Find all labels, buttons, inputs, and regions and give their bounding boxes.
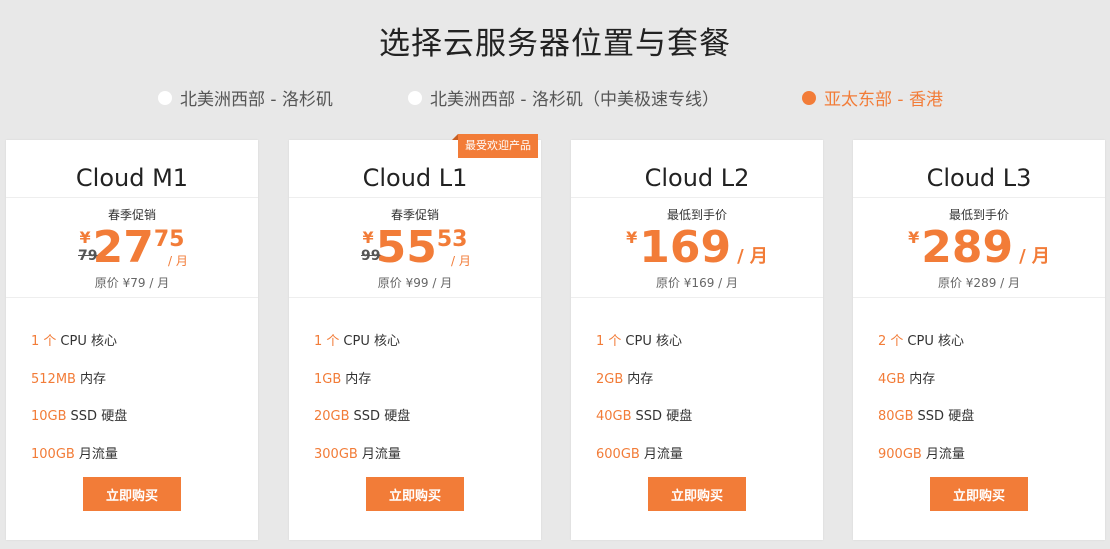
feature-disk: 20GB SSD 硬盘	[314, 409, 411, 424]
price-unit: / 月	[168, 254, 188, 268]
plan-card-cloud-l3: Cloud L3 最低到手价 ¥289/ 月 原价 ¥289 / 月 2 个 CP…	[853, 140, 1105, 540]
divider	[571, 297, 823, 298]
buy-button[interactable]: 立即购买	[930, 477, 1028, 511]
feature-disk: 80GB SSD 硬盘	[878, 409, 975, 424]
price-integer: 169	[639, 222, 732, 273]
plan-name: Cloud M1	[75, 164, 189, 192]
region-label: 北美洲西部 - 洛杉矶	[180, 90, 333, 110]
price-integer: 289	[921, 222, 1014, 273]
buy-button[interactable]: 立即购买	[83, 477, 181, 511]
feature-cpu: 1 个 CPU 核心	[596, 334, 682, 349]
feature-cpu: 2 个 CPU 核心	[878, 334, 964, 349]
plan-name: Cloud L2	[644, 164, 750, 192]
feature-memory: 1GB 内存	[314, 372, 372, 387]
original-price: 原价 ¥79 / 月	[94, 276, 170, 290]
divider	[289, 197, 541, 198]
radio-dot-icon	[158, 90, 172, 105]
price-decimal: 53	[436, 227, 468, 252]
feature-disk: 40GB SSD 硬盘	[596, 409, 693, 424]
promo-label: 最低到手价	[666, 208, 727, 222]
price-unit: / 月	[1019, 246, 1050, 267]
original-price: 原价 ¥169 / 月	[655, 276, 739, 290]
popular-badge: 最受欢迎产品	[458, 134, 538, 158]
feature-traffic: 300GB 月流量	[314, 447, 401, 462]
divider	[289, 297, 541, 298]
feature-cpu: 1 个 CPU 核心	[31, 334, 117, 349]
radio-dot-selected-icon	[802, 90, 816, 105]
region-option-la-cn2[interactable]: 北美洲西部 - 洛杉矶（中美极速专线）	[408, 85, 719, 110]
price: ¥169/ 月	[571, 224, 823, 272]
feature-memory: 4GB 内存	[878, 372, 936, 387]
price: ¥2775	[6, 224, 258, 272]
plan-card-cloud-m1: Cloud M1 春季促销 ¥2775 79 / 月 原价 ¥79 / 月 1 …	[6, 140, 258, 540]
currency-symbol: ¥	[79, 228, 91, 247]
region-label: 亚太东部 - 香港	[824, 90, 943, 110]
price-unit: / 月	[737, 246, 768, 267]
feature-cpu: 1 个 CPU 核心	[314, 334, 400, 349]
currency-symbol: ¥	[362, 228, 374, 247]
region-option-la[interactable]: 北美洲西部 - 洛杉矶	[158, 85, 333, 110]
divider	[6, 197, 258, 198]
price-integer: 55	[375, 222, 437, 273]
currency-symbol: ¥	[908, 228, 920, 247]
buy-button[interactable]: 立即购买	[648, 477, 746, 511]
price-unit: / 月	[451, 254, 471, 268]
price: ¥5553	[289, 224, 541, 272]
feature-memory: 512MB 内存	[31, 372, 106, 387]
price: ¥289/ 月	[853, 224, 1105, 272]
divider	[853, 197, 1105, 198]
page-title: 选择云服务器位置与套餐	[379, 26, 731, 62]
plan-card-cloud-l1: 最受欢迎产品 Cloud L1 春季促销 ¥5553 99 / 月 原价 ¥99…	[289, 134, 541, 540]
feature-traffic: 900GB 月流量	[878, 447, 965, 462]
old-price: 79	[78, 248, 98, 264]
promo-label: 春季促销	[107, 208, 156, 222]
plan-name: Cloud L1	[362, 164, 468, 192]
promo-label: 春季促销	[390, 208, 439, 222]
feature-traffic: 100GB 月流量	[31, 447, 118, 462]
radio-dot-icon	[408, 90, 422, 105]
feature-memory: 2GB 内存	[596, 372, 654, 387]
divider	[571, 197, 823, 198]
region-label: 北美洲西部 - 洛杉矶（中美极速专线）	[430, 90, 719, 110]
price-integer: 27	[92, 222, 154, 273]
region-selector: 北美洲西部 - 洛杉矶 北美洲西部 - 洛杉矶（中美极速专线） 亚太东部 - 香…	[0, 85, 1110, 111]
original-price: 原价 ¥289 / 月	[937, 276, 1021, 290]
feature-traffic: 600GB 月流量	[596, 447, 683, 462]
feature-disk: 10GB SSD 硬盘	[31, 409, 128, 424]
old-price: 99	[361, 248, 381, 264]
price-decimal: 75	[153, 227, 185, 252]
region-option-hongkong[interactable]: 亚太东部 - 香港	[802, 85, 943, 110]
promo-label: 最低到手价	[948, 208, 1009, 222]
buy-button[interactable]: 立即购买	[366, 477, 464, 511]
plan-name: Cloud L3	[926, 164, 1032, 192]
plan-card-cloud-l2: Cloud L2 最低到手价 ¥169/ 月 原价 ¥169 / 月 1 个 CP…	[571, 140, 823, 540]
currency-symbol: ¥	[626, 228, 638, 247]
divider	[6, 297, 258, 298]
divider	[853, 297, 1105, 298]
original-price: 原价 ¥99 / 月	[377, 276, 453, 290]
